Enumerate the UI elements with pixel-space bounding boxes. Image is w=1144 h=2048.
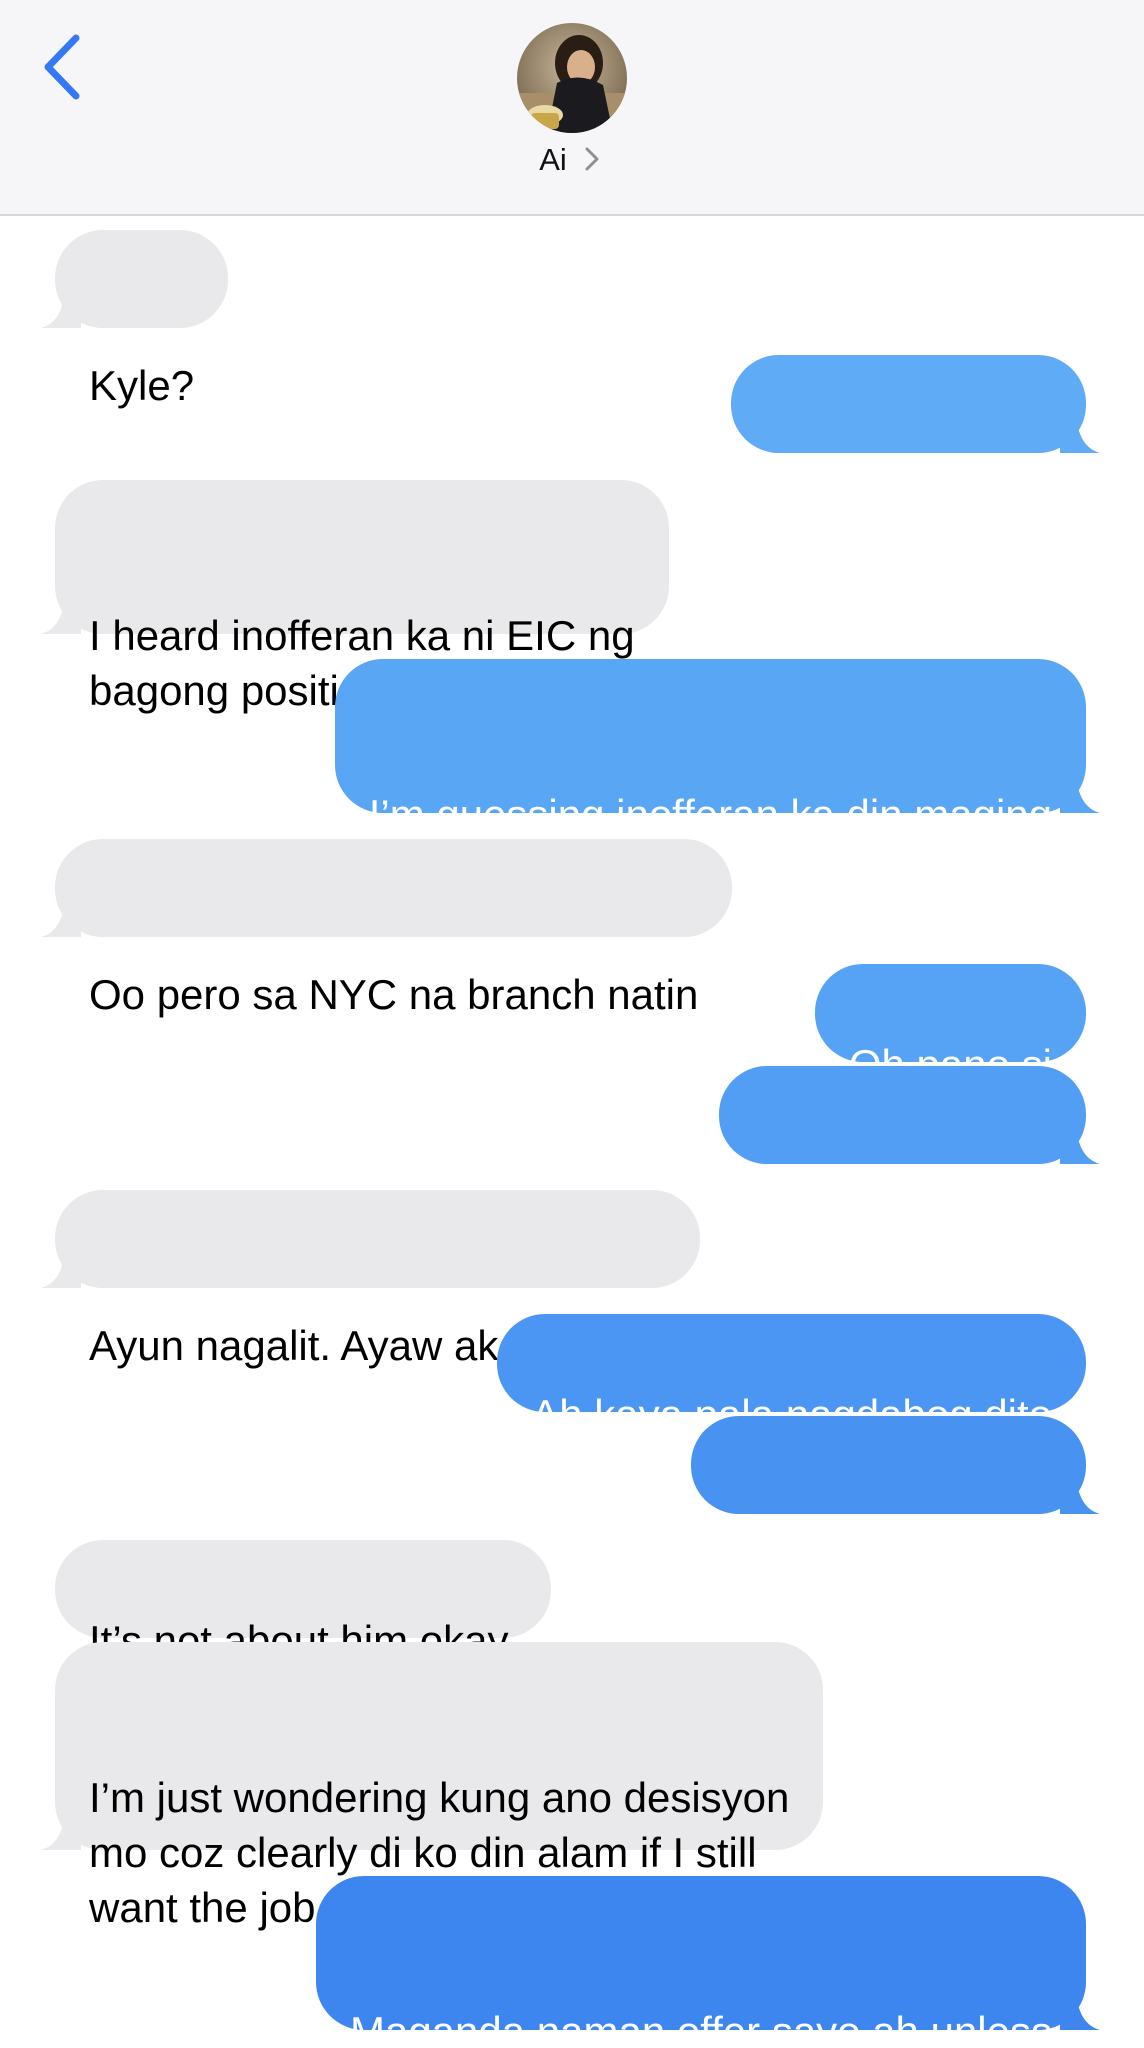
contact-name-button[interactable]: Ai	[0, 142, 1144, 178]
message-text: Oo pero sa NYC na branch natin	[89, 971, 699, 1018]
chevron-left-icon	[44, 34, 80, 100]
conversation-header: Ai	[0, 0, 1144, 216]
message-text: Joke sorry haha	[753, 1198, 1052, 1245]
avatar-photo	[517, 23, 627, 133]
message-bubble-outgoing[interactable]: Oh Ai ano yun?	[730, 355, 1100, 534]
message-bubble-incoming[interactable]: Ayun nagalit. Ayaw ako umalis.	[41, 1190, 701, 1369]
back-button[interactable]	[34, 30, 94, 104]
message-bubble-outgoing[interactable]: I’m guessing inofferan ka din maging edi…	[334, 659, 1100, 893]
chevron-right-icon	[585, 147, 599, 171]
bubble-tail	[1060, 773, 1100, 813]
bubble-tail	[41, 288, 81, 328]
bubble-tail	[41, 594, 81, 634]
message-text: Mahal ka pa kasi.	[725, 1548, 1052, 1595]
contact-name: Ai	[539, 142, 567, 177]
message-bubble-outgoing[interactable]: Maganda naman offer sayo ah unless walan…	[315, 1876, 1100, 2048]
message-bubble-outgoing[interactable]: Joke sorry haha	[719, 1066, 1100, 1245]
message-bubble-incoming[interactable]: Oo pero sa NYC na branch natin	[41, 839, 733, 1018]
contact-avatar[interactable]	[517, 23, 627, 133]
bubble-tail	[41, 1248, 81, 1288]
message-bubble-incoming[interactable]: It’s not about him okay.	[55, 1540, 552, 1664]
message-bubble-incoming[interactable]: Kyle?	[41, 230, 229, 409]
bubble-tail	[1060, 1990, 1100, 2030]
bubble-tail	[41, 897, 81, 937]
bubble-tail	[1060, 413, 1100, 453]
message-text: Kyle?	[89, 362, 195, 409]
message-bubble-outgoing[interactable]: Ah kaya pala nagdabog dito	[497, 1314, 1086, 1438]
message-bubble-incoming[interactable]: I heard inofferan ka ni EIC ng bagong po…	[41, 480, 669, 714]
message-bubble-outgoing[interactable]: Mahal ka pa kasi.	[691, 1416, 1100, 1595]
bubble-tail	[1060, 1474, 1100, 1514]
message-text: Oh Ai ano yun?	[764, 487, 1052, 534]
message-bubble-incoming[interactable]: I’m just wondering kung ano desisyon mo …	[41, 1642, 824, 1931]
bubble-tail	[41, 1810, 81, 1850]
bubble-tail	[1060, 1124, 1100, 1164]
message-bubble-outgoing[interactable]: Oh pano si	[814, 964, 1086, 1088]
message-text: Maganda naman offer sayo ah unless walan…	[349, 2008, 1052, 2048]
